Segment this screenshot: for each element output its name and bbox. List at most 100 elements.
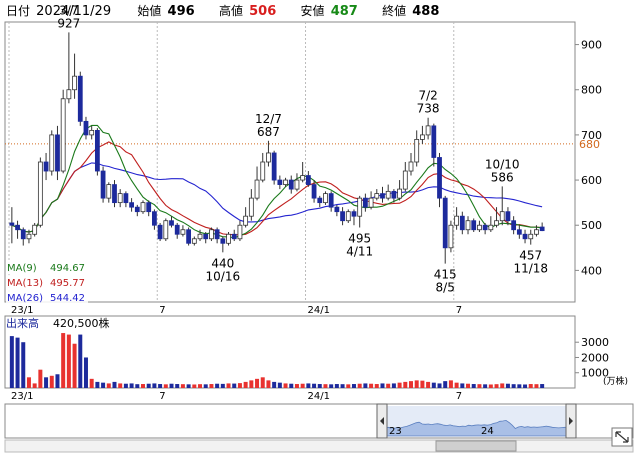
volume-bar [101,382,106,388]
candle-body [231,233,237,240]
candle-body [305,175,311,185]
volume-bar [226,383,231,388]
candle-body [72,75,77,91]
volume-bar [312,383,317,388]
candle-body [465,220,471,231]
y-tick-label: 600 [581,174,602,187]
volume-bar [83,357,88,388]
volume-bar [374,384,379,388]
candle-body [117,193,123,204]
volume-bar [523,384,528,388]
volume-bar [386,383,391,388]
candle-body [15,224,20,231]
volume-bar [294,384,299,388]
x-tick-label: 24/1 [308,305,330,316]
candle-body [528,233,534,240]
candle-body [294,179,300,190]
candle-body [488,224,494,231]
candle-body [408,161,414,172]
volume-bar [209,384,214,388]
volume-bar [255,378,260,388]
navigator-label: 23 [389,426,402,437]
candle-body [169,220,174,226]
volume-bar [55,374,60,388]
candle-body [266,152,271,163]
volume-bar [431,382,436,388]
candle-body [311,184,317,199]
volume-bar [9,336,14,388]
volume-bar [494,384,499,388]
volume-bar [180,384,185,388]
candle-body [334,206,340,213]
volume-bar [277,382,282,388]
volume-bar [409,381,413,388]
navigator-label: 24 [481,426,494,437]
annotation-value: 457 [519,249,542,263]
volume-bar [78,334,83,388]
navigator-scrollbar-thumb[interactable] [435,440,517,452]
candle-body [522,233,528,240]
volume-bar [152,383,157,388]
legend-label: MA(13) [7,278,43,289]
legend-value: 495.77 [50,278,85,289]
volume-bar [232,383,237,388]
volume-bar [380,383,385,388]
candle-body [351,211,357,217]
volume-bar [329,384,334,388]
stock-chart-widget: 日付 2024/11/29 始値 496 高値 506 安値 487 終値 48… [0,0,638,455]
candle-body [431,125,437,158]
volume-bar [471,384,476,388]
volume-x-tick-label: 23/1 [11,391,33,402]
candle-body [214,229,220,240]
candle-body [83,120,89,136]
candle-body [134,206,140,213]
candle-body [448,224,454,249]
volume-bar [454,382,459,388]
volume-bar [414,380,419,388]
candle-body [163,220,169,240]
candle-body [505,211,511,222]
volume-bar [420,380,425,388]
candle-body [112,184,117,204]
candle-body [180,229,186,235]
volume-bar [49,375,54,388]
candle-body [385,190,391,199]
volume-bar [306,383,311,388]
navigator-scrollbar-track[interactable] [4,439,634,453]
volume-x-tick-label: 7 [456,391,462,402]
volume-x-tick-label: 7 [159,391,165,402]
candle-body [539,226,545,232]
candle-body [260,161,266,181]
candle-body [254,179,260,199]
annotation-value: 440 [211,256,234,270]
annotation-value: 586 [491,170,514,184]
volume-bar [272,381,277,388]
volume-bar [141,384,145,388]
volume-bar [443,381,448,388]
annotation-value: 927 [57,16,80,30]
candle-body [243,215,249,226]
volume-bar [437,383,442,388]
candle-body [328,193,334,208]
volume-bar [129,383,134,388]
volume-bar [158,384,163,388]
volume-bar [44,377,49,388]
candle-body [459,215,465,231]
annotation-value: 687 [257,125,280,139]
chart-canvas[interactable]: 23/123/17724/124/17790080070060050040068… [0,0,638,455]
candle-body [357,197,363,217]
candle-body [66,89,72,100]
volume-bar [540,384,545,388]
candle-body [140,202,146,213]
volume-bar [357,383,362,388]
volume-bar [21,342,26,388]
volume-bar [346,384,351,388]
candle-body [317,197,323,204]
volume-bar [334,384,339,388]
volume-bar [243,381,248,388]
candle-body [420,134,425,140]
candle-body [300,175,306,181]
volume-x-tick-label: 24/1 [308,391,330,402]
volume-bar [175,384,180,388]
volume-bar [249,380,254,388]
